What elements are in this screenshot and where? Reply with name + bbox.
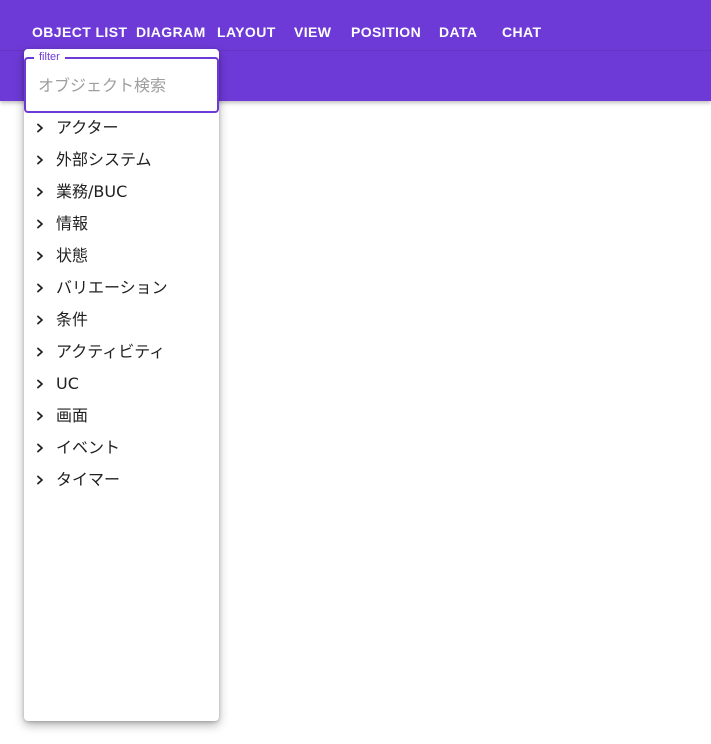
object-list-panel: filter アクター 外部システム 業務/BUC 情報 状態 バリエーション — [24, 49, 219, 721]
object-tree: アクター 外部システム 業務/BUC 情報 状態 バリエーション 条件 アクティ… — [24, 112, 219, 496]
chevron-right-icon[interactable] — [34, 153, 46, 167]
tree-item-condition[interactable]: 条件 — [24, 304, 219, 336]
chevron-right-icon[interactable] — [34, 313, 46, 327]
chevron-right-icon[interactable] — [34, 409, 46, 423]
tree-item-label: タイマー — [56, 470, 121, 489]
chevron-right-icon[interactable] — [34, 217, 46, 231]
object-search-input[interactable] — [38, 73, 208, 97]
tab-chat[interactable]: CHAT — [502, 23, 541, 41]
tree-item-label: 条件 — [56, 310, 89, 329]
chevron-right-icon[interactable] — [34, 121, 46, 135]
tree-item-event[interactable]: イベント — [24, 432, 219, 464]
tab-position[interactable]: POSITION — [351, 23, 421, 41]
tab-layout[interactable]: LAYOUT — [217, 23, 276, 41]
tree-item-label: UC — [56, 374, 79, 393]
tree-item-label: 画面 — [56, 406, 89, 425]
tree-item-label: アクティビティ — [56, 342, 166, 361]
tree-item-label: バリエーション — [56, 278, 168, 297]
tree-item-business-buc[interactable]: 業務/BUC — [24, 176, 219, 208]
tree-item-information[interactable]: 情報 — [24, 208, 219, 240]
tree-item-label: 外部システム — [56, 150, 152, 169]
tab-object-list[interactable]: OBJECT LIST — [32, 23, 127, 41]
tree-item-label: 状態 — [56, 246, 89, 265]
tab-diagram[interactable]: DIAGRAM — [136, 23, 206, 41]
tree-item-variation[interactable]: バリエーション — [24, 272, 219, 304]
tree-item-timer[interactable]: タイマー — [24, 464, 219, 496]
tree-item-uc[interactable]: UC — [24, 368, 219, 400]
chevron-right-icon[interactable] — [34, 249, 46, 263]
chevron-right-icon[interactable] — [34, 185, 46, 199]
filter-label: filter — [34, 50, 65, 64]
tab-data[interactable]: DATA — [439, 23, 477, 41]
tree-item-external-system[interactable]: 外部システム — [24, 144, 219, 176]
chevron-right-icon[interactable] — [34, 281, 46, 295]
tree-item-state[interactable]: 状態 — [24, 240, 219, 272]
tree-item-label: イベント — [56, 438, 121, 457]
chevron-right-icon[interactable] — [34, 473, 46, 487]
tree-item-screen[interactable]: 画面 — [24, 400, 219, 432]
chevron-right-icon[interactable] — [34, 345, 46, 359]
tree-item-actor[interactable]: アクター — [24, 112, 219, 144]
filter-field[interactable]: filter — [24, 50, 219, 113]
tree-item-label: 情報 — [56, 214, 89, 233]
tab-view[interactable]: VIEW — [294, 23, 331, 41]
chevron-right-icon[interactable] — [34, 441, 46, 455]
tree-item-activity[interactable]: アクティビティ — [24, 336, 219, 368]
chevron-right-icon[interactable] — [34, 377, 46, 391]
tree-item-label: アクター — [56, 118, 119, 137]
tree-item-label: 業務/BUC — [56, 182, 128, 201]
